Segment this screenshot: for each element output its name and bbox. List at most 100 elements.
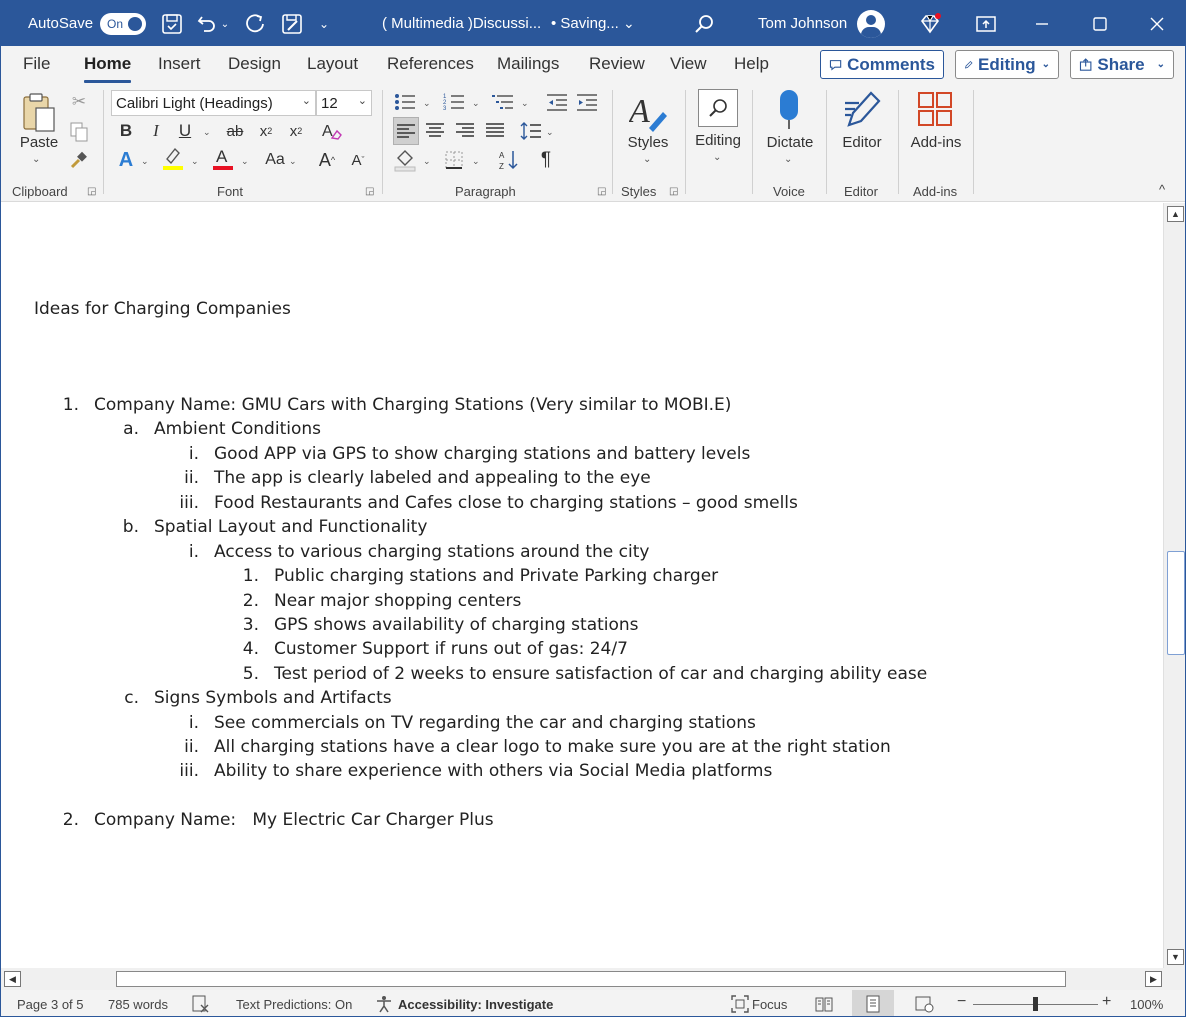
list-item[interactable]: Public charging stations and Private Par…: [274, 566, 718, 586]
search-icon[interactable]: [691, 11, 717, 37]
align-left-button[interactable]: [393, 117, 419, 145]
tab-mailings[interactable]: Mailings: [497, 54, 559, 74]
shrink-font-button[interactable]: Aˇ: [346, 148, 370, 172]
list-item[interactable]: Signs Symbols and Artifacts: [154, 688, 392, 708]
diamond-icon[interactable]: [917, 11, 943, 37]
tab-file[interactable]: File: [23, 54, 50, 74]
scroll-left-icon[interactable]: ◀: [4, 971, 21, 987]
close-icon[interactable]: [1144, 11, 1170, 37]
italic-button[interactable]: I: [144, 119, 168, 143]
chevron-down-icon[interactable]: ⌄: [241, 156, 249, 167]
styles-icon[interactable]: A: [627, 92, 669, 139]
list-item[interactable]: See commercials on TV regarding the car …: [214, 713, 756, 733]
paste-icon[interactable]: [21, 92, 57, 139]
justify-icon[interactable]: [483, 119, 507, 143]
focus-icon[interactable]: [731, 995, 749, 1016]
horizontal-scroll-thumb[interactable]: [116, 971, 1066, 987]
accessibility-status[interactable]: Accessibility: Investigate: [398, 997, 553, 1012]
scroll-down-icon[interactable]: ▼: [1167, 949, 1184, 965]
format-save-icon[interactable]: [279, 11, 305, 37]
paragraph-launcher-icon[interactable]: ◲: [597, 186, 606, 197]
chevron-down-icon[interactable]: ⌄: [203, 127, 211, 138]
chevron-down-icon[interactable]: ⌄: [472, 98, 480, 109]
list-item[interactable]: Customer Support if runs out of gas: 24/…: [274, 639, 628, 659]
chevron-down-icon[interactable]: ⌄: [643, 154, 651, 165]
list-item[interactable]: Company Name: My Electric Car Charger Pl…: [94, 810, 494, 830]
format-painter-icon[interactable]: [67, 148, 91, 172]
numbering-icon[interactable]: 123: [442, 90, 466, 114]
list-item[interactable]: Food Restaurants and Cafes close to char…: [214, 493, 798, 513]
share-button[interactable]: Share ⌄: [1070, 50, 1174, 79]
list-item[interactable]: Ambient Conditions: [154, 419, 321, 439]
dictate-button[interactable]: Dictate: [763, 134, 817, 151]
addins-icon[interactable]: [917, 91, 953, 132]
list-item[interactable]: Company Name: GMU Cars with Charging Sta…: [94, 395, 731, 415]
document-canvas[interactable]: Ideas for Charging Companies 1. Company …: [1, 203, 1163, 968]
editing-mode-button[interactable]: Editing ⌄: [955, 50, 1059, 79]
superscript-icon[interactable]: x2: [284, 119, 308, 143]
chevron-down-icon[interactable]: ⌄: [784, 154, 792, 165]
chevron-down-icon[interactable]: ⌄: [141, 156, 149, 167]
highlight-icon[interactable]: [161, 146, 185, 170]
chevron-down-icon[interactable]: ⌄: [423, 156, 431, 167]
clear-formatting-icon[interactable]: A: [319, 119, 343, 143]
list-item[interactable]: Access to various charging stations arou…: [214, 542, 649, 562]
change-case-button[interactable]: Aa: [261, 148, 289, 172]
underline-button[interactable]: U: [173, 119, 197, 143]
chevron-down-icon[interactable]: ⌄: [191, 156, 199, 167]
tab-layout[interactable]: Layout: [307, 54, 358, 74]
scroll-up-icon[interactable]: ▲: [1167, 206, 1184, 222]
zoom-out-button[interactable]: −: [957, 993, 966, 1011]
editor-button[interactable]: Editor: [837, 134, 887, 151]
sort-icon[interactable]: AZ: [497, 148, 521, 172]
user-name[interactable]: Tom Johnson: [758, 1, 847, 46]
list-item[interactable]: Good APP via GPS to show charging statio…: [214, 444, 750, 464]
tab-references[interactable]: References: [387, 54, 474, 74]
accessibility-icon[interactable]: [375, 995, 393, 1016]
comments-button[interactable]: Comments: [820, 50, 944, 79]
styles-launcher-icon[interactable]: ◲: [669, 186, 678, 197]
tab-view[interactable]: View: [670, 54, 707, 74]
cut-icon[interactable]: ✂: [67, 90, 91, 114]
list-item[interactable]: Test period of 2 weeks to ensure satisfa…: [274, 664, 927, 684]
save-icon[interactable]: [159, 11, 185, 37]
styles-button[interactable]: Styles: [623, 134, 673, 151]
addins-button[interactable]: Add-ins: [907, 134, 965, 151]
align-right-icon[interactable]: [453, 119, 477, 143]
chevron-down-icon[interactable]: ⌄: [546, 127, 554, 138]
customize-toolbar-icon[interactable]: ⌄: [311, 11, 337, 37]
font-name-select[interactable]: Calibri Light (Headings) ⌄: [111, 90, 316, 116]
minimize-icon[interactable]: [1029, 11, 1055, 37]
text-predictions[interactable]: Text Predictions: On: [236, 997, 352, 1012]
zoom-level[interactable]: 100%: [1130, 997, 1163, 1012]
tab-home[interactable]: Home: [84, 54, 132, 83]
title-dropdown-icon[interactable]: ⌄: [623, 1, 635, 46]
redo-icon[interactable]: [242, 11, 268, 37]
proofing-icon[interactable]: [192, 995, 210, 1016]
word-count[interactable]: 785 words: [108, 997, 168, 1012]
collapse-ribbon-icon[interactable]: ^: [1159, 182, 1165, 197]
zoom-in-button[interactable]: +: [1102, 993, 1111, 1011]
autosave-toggle[interactable]: On: [100, 12, 146, 35]
decrease-indent-icon[interactable]: [545, 90, 569, 114]
font-launcher-icon[interactable]: ◲: [365, 186, 374, 197]
list-item[interactable]: Ability to share experience with others …: [214, 761, 772, 781]
tab-insert[interactable]: Insert: [158, 54, 201, 74]
document-heading[interactable]: Ideas for Charging Companies: [34, 299, 291, 319]
chevron-down-icon[interactable]: ⌄: [521, 98, 529, 109]
tab-design[interactable]: Design: [228, 54, 281, 74]
list-item[interactable]: The app is clearly labeled and appealing…: [214, 468, 651, 488]
find-icon[interactable]: [698, 89, 738, 127]
editing-button[interactable]: Editing: [691, 132, 745, 149]
strikethrough-button[interactable]: ab: [223, 119, 247, 143]
page-count[interactable]: Page 3 of 5: [17, 997, 84, 1012]
tab-help[interactable]: Help: [734, 54, 769, 74]
paste-dropdown-icon[interactable]: ⌄: [32, 154, 40, 165]
list-item[interactable]: Spatial Layout and Functionality: [154, 517, 427, 537]
grow-font-button[interactable]: A ^: [315, 148, 339, 172]
scroll-right-icon[interactable]: ▶: [1145, 971, 1162, 987]
undo-dropdown-icon[interactable]: ⌄: [218, 11, 232, 37]
document-title[interactable]: ( Multimedia )Discussi...: [382, 1, 541, 46]
bold-button[interactable]: B: [114, 119, 138, 143]
zoom-slider-thumb[interactable]: [1033, 997, 1038, 1011]
